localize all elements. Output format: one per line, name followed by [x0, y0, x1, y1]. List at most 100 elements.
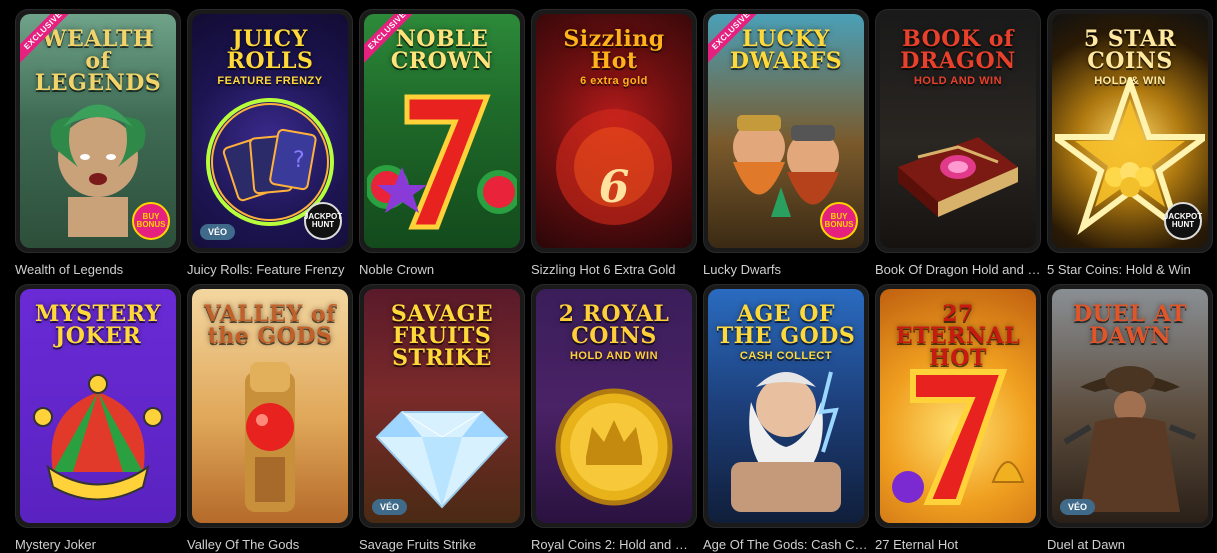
game-card[interactable]: 5 STAR COINS HOLD & WIN JACKPOT HUNT 5 Star… — [1047, 9, 1213, 277]
artwork-title-text: Sizzling Hot — [563, 26, 665, 74]
game-title[interactable]: Juicy Rolls: Feature Frenzy — [187, 262, 353, 277]
game-thumbnail[interactable]: NOBLE CROWN EXCLUSIVE — [359, 9, 525, 253]
jackpot-hunt-badge: JACKPOT HUNT — [1164, 202, 1202, 240]
game-thumbnail[interactable]: BOOK of DRAGON HOLD AND WIN — [875, 9, 1041, 253]
game-title[interactable]: Duel at Dawn — [1047, 537, 1213, 552]
game-artwork: VALLEY of the GODS — [192, 289, 348, 523]
game-artwork: DUEL AT DAWN VÉO — [1052, 289, 1208, 523]
zeus-art — [711, 352, 861, 517]
game-thumbnail[interactable]: AGE OF THE GODS CASH COLLECT — [703, 284, 869, 528]
game-thumbnail[interactable]: WEALTH of LEGENDS EXCLUSIVE BUY BONUS — [15, 9, 181, 253]
game-thumbnail[interactable]: SAVAGE FRUITS STRIKE VÉO — [359, 284, 525, 528]
coin-art — [544, 362, 684, 517]
buy-bonus-badge: BUY BONUS — [820, 202, 858, 240]
artwork-subtitle: 6 extra gold — [580, 75, 648, 87]
game-thumbnail[interactable]: DUEL AT DAWN VÉO — [1047, 284, 1213, 528]
game-thumbnail[interactable]: Sizzling Hot 6 extra gold 6 — [531, 9, 697, 253]
game-card[interactable]: MYSTERY JOKER Mystery Joker — [15, 284, 181, 552]
game-title[interactable]: Book Of Dragon Hold and Win — [875, 262, 1041, 277]
game-title[interactable]: Sizzling Hot 6 Extra Gold — [531, 262, 697, 277]
seven-art — [365, 77, 520, 242]
artwork-title: BOOK of DRAGON HOLD AND WIN — [880, 28, 1036, 87]
game-artwork: NOBLE CROWN EXCLUSIVE — [364, 14, 520, 248]
artwork-title: SAVAGE FRUITS STRIKE — [364, 303, 520, 369]
veo-badge: VÉO — [372, 499, 408, 515]
game-title[interactable]: Lucky Dwarfs — [703, 262, 869, 277]
game-artwork: Sizzling Hot 6 extra gold 6 — [536, 14, 692, 248]
artwork-title: Sizzling Hot 6 extra gold — [536, 28, 692, 87]
buy-bonus-badge: BUY BONUS — [132, 202, 170, 240]
diamond-art — [372, 382, 512, 517]
artwork-title-text: 27 ETERNAL HOT — [895, 301, 1021, 371]
artwork-title: JUICY ROLLS FEATURE FRENZY — [192, 28, 348, 87]
artwork-title-text: MYSTERY JOKER — [35, 301, 161, 349]
game-artwork: 2 ROYAL COINS HOLD AND WIN — [536, 289, 692, 523]
svg-text:?: ? — [293, 148, 305, 173]
artwork-title-text: JUICY ROLLS — [226, 26, 314, 74]
game-title[interactable]: Savage Fruits Strike — [359, 537, 525, 552]
artwork-title-text: DUEL AT DAWN — [1073, 301, 1187, 349]
game-artwork: MYSTERY JOKER — [20, 289, 176, 523]
game-card[interactable]: DUEL AT DAWN VÉO Duel at Dawn — [1047, 284, 1213, 552]
artwork-title-text: SAVAGE FRUITS STRIKE — [390, 301, 494, 371]
game-card[interactable]: LUCKY DWARFS EXCLUSIVE BUY BONUS Lucky Dwar… — [703, 9, 869, 277]
artwork-title: 2 ROYAL COINS HOLD AND WIN — [536, 303, 692, 362]
jackpot-hunt-badge: JACKPOT HUNT — [304, 202, 342, 240]
cowboy-art — [1060, 342, 1200, 517]
veo-badge: VÉO — [200, 224, 236, 240]
game-card[interactable]: Sizzling Hot 6 extra gold 6 Sizzling Hot 6 … — [531, 9, 697, 277]
game-title[interactable]: Wealth of Legends — [15, 262, 181, 277]
game-title[interactable]: Age Of The Gods: Cash Collect — [703, 537, 869, 552]
game-thumbnail[interactable]: 5 STAR COINS HOLD & WIN JACKPOT HUNT — [1047, 9, 1213, 253]
artwork-title-text: AGE OF THE GODS — [716, 301, 856, 349]
artwork-title: MYSTERY JOKER — [20, 303, 176, 347]
artwork-title: DUEL AT DAWN — [1052, 303, 1208, 347]
artwork-title-text: WEALTH of LEGENDS — [34, 26, 162, 96]
game-card[interactable]: AGE OF THE GODS CASH COLLECT Age Of The Go… — [703, 284, 869, 552]
game-card[interactable]: SAVAGE FRUITS STRIKE VÉO Savage Fruits Str… — [359, 284, 525, 552]
game-title[interactable]: Noble Crown — [359, 262, 525, 277]
fire-art: 6 — [544, 97, 684, 242]
game-thumbnail[interactable]: VALLEY of the GODS — [187, 284, 353, 528]
book-art — [888, 107, 1028, 242]
game-card[interactable]: NOBLE CROWN EXCLUSIVE Noble Crown — [359, 9, 525, 277]
game-card[interactable]: 27 ETERNAL HOT 27 Eternal Hot — [875, 284, 1041, 552]
game-card[interactable]: BOOK of DRAGON HOLD AND WIN Book Of Dragon… — [875, 9, 1041, 277]
artwork-title: 27 ETERNAL HOT — [880, 303, 1036, 369]
artwork-title-text: VALLEY of the GODS — [203, 301, 337, 349]
game-title[interactable]: Mystery Joker — [15, 537, 181, 552]
game-artwork: AGE OF THE GODS CASH COLLECT — [708, 289, 864, 523]
artwork-subtitle: FEATURE FRENZY — [217, 75, 323, 87]
game-grid: WEALTH of LEGENDS EXCLUSIVE BUY BONUS Wealt… — [0, 0, 1217, 553]
game-card[interactable]: VALLEY of the GODS Valley Of The Gods — [187, 284, 353, 552]
artwork-subtitle: HOLD AND WIN — [569, 350, 659, 362]
pharaoh-art — [210, 352, 330, 517]
game-title[interactable]: Valley Of The Gods — [187, 537, 353, 552]
game-artwork: 5 STAR COINS HOLD & WIN JACKPOT HUNT — [1052, 14, 1208, 248]
game-artwork: LUCKY DWARFS EXCLUSIVE BUY BONUS — [708, 14, 864, 248]
game-title[interactable]: Royal Coins 2: Hold and Win — [531, 537, 697, 552]
game-artwork: JUICY ROLLS FEATURE FRENZY? VÉO JACKPOT HUN… — [192, 14, 348, 248]
artwork-title-text: 5 STAR COINS — [1083, 26, 1177, 74]
game-artwork: SAVAGE FRUITS STRIKE VÉO — [364, 289, 520, 523]
game-card[interactable]: WEALTH of LEGENDS EXCLUSIVE BUY BONUS Wealt… — [15, 9, 181, 277]
game-thumbnail[interactable]: LUCKY DWARFS EXCLUSIVE BUY BONUS — [703, 9, 869, 253]
game-card[interactable]: 2 ROYAL COINS HOLD AND WIN Royal Coins 2: … — [531, 284, 697, 552]
artwork-title: VALLEY of the GODS — [192, 303, 348, 347]
game-title[interactable]: 27 Eternal Hot — [875, 537, 1041, 552]
game-thumbnail[interactable]: MYSTERY JOKER — [15, 284, 181, 528]
game-title[interactable]: 5 Star Coins: Hold & Win — [1047, 262, 1213, 277]
artwork-title-text: 2 ROYAL COINS — [558, 301, 670, 349]
artwork-subtitle: HOLD AND WIN — [913, 75, 1003, 87]
game-thumbnail[interactable]: 27 ETERNAL HOT — [875, 284, 1041, 528]
svg-text:6: 6 — [599, 162, 630, 213]
joker-art — [23, 372, 173, 517]
veo-badge: VÉO — [1060, 499, 1096, 515]
artwork-title-text: BOOK of DRAGON — [900, 26, 1016, 74]
game-artwork: 27 ETERNAL HOT — [880, 289, 1036, 523]
game-thumbnail[interactable]: JUICY ROLLS FEATURE FRENZY? VÉO JACKPOT HUN… — [187, 9, 353, 253]
game-artwork: WEALTH of LEGENDS EXCLUSIVE BUY BONUS — [20, 14, 176, 248]
game-thumbnail[interactable]: 2 ROYAL COINS HOLD AND WIN — [531, 284, 697, 528]
game-artwork: BOOK of DRAGON HOLD AND WIN — [880, 14, 1036, 248]
game-card[interactable]: JUICY ROLLS FEATURE FRENZY? VÉO JACKPOT HUN… — [187, 9, 353, 277]
